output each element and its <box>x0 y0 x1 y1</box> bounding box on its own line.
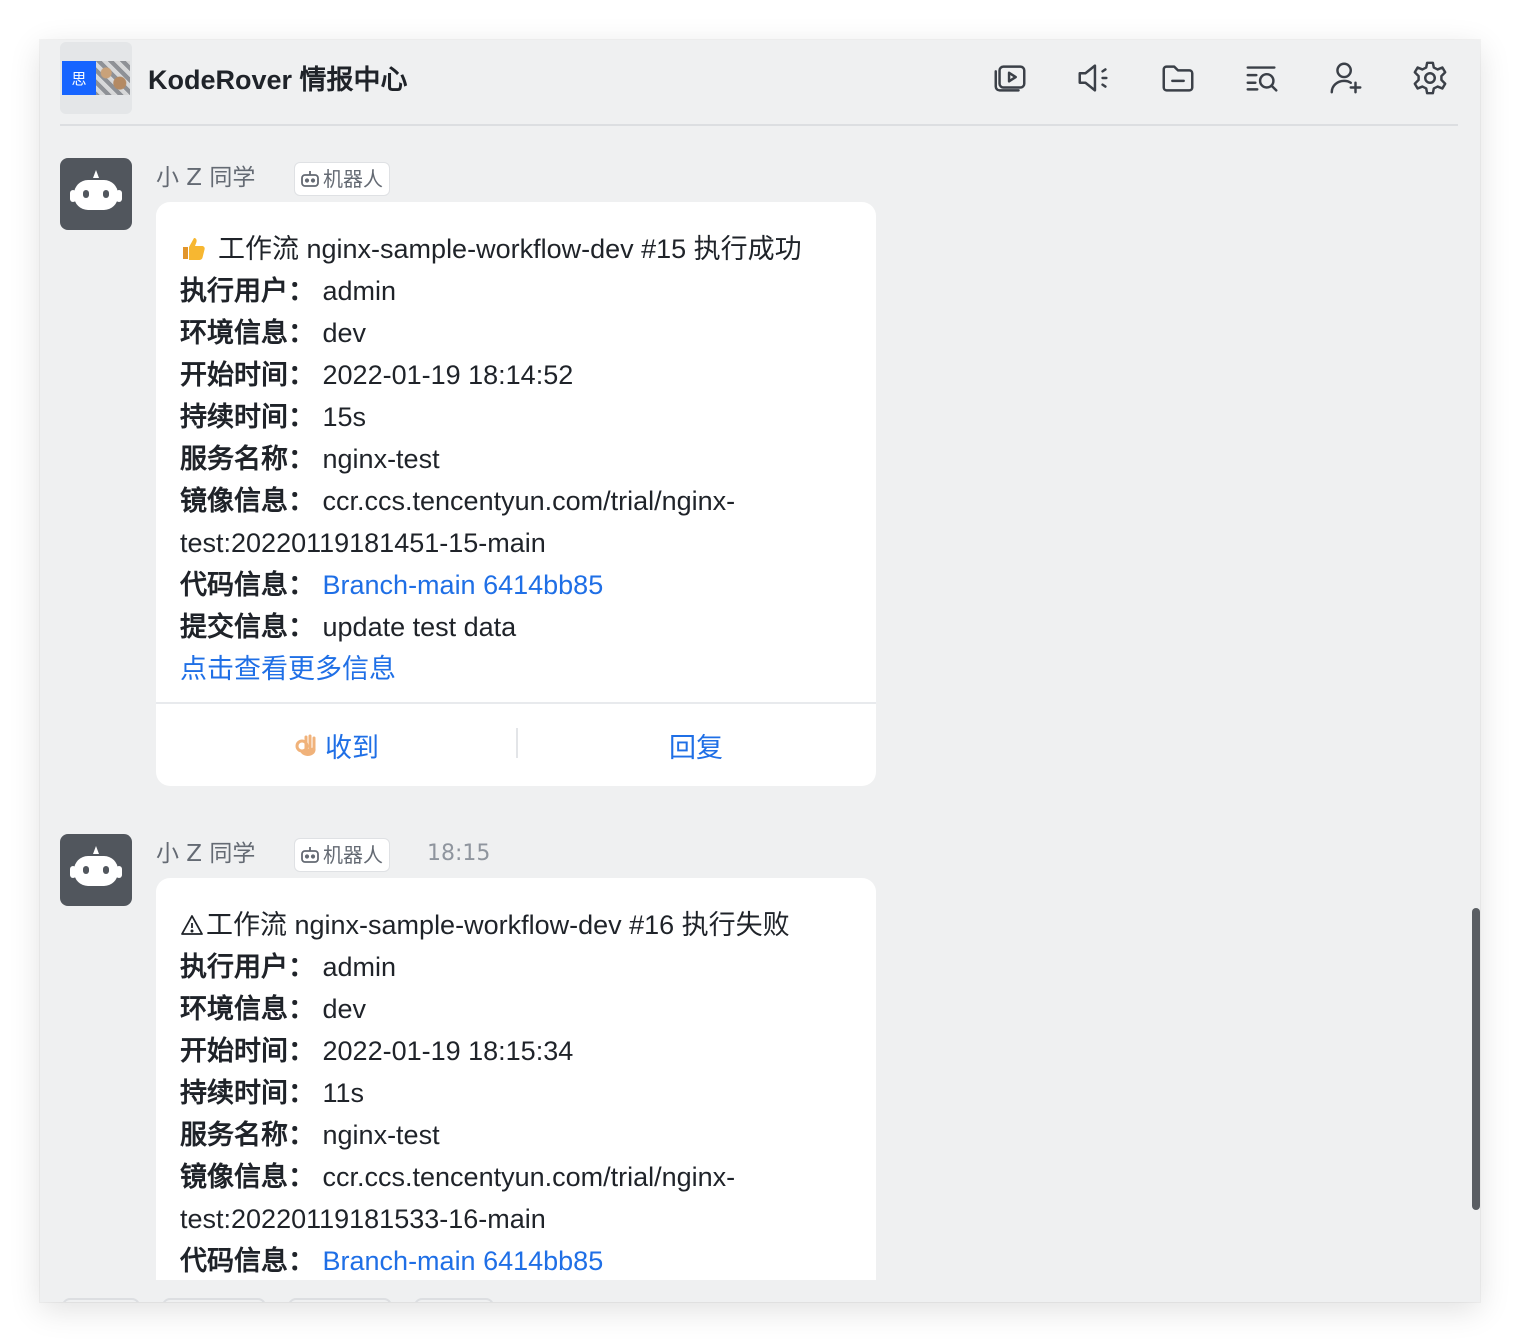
chat-header: 思 KodeRover 情报中心 <box>40 40 1480 124</box>
ack-label: 收到 <box>325 732 379 764</box>
field-key: 代码信息： <box>180 1246 315 1276</box>
field-value: admin <box>322 276 397 306</box>
video-playlist-icon[interactable] <box>990 58 1030 98</box>
field-key: 执行用户： <box>180 952 315 982</box>
card-title: 工作流 nginx-sample-workflow-dev #15 执行成功 <box>180 228 852 270</box>
field-key: 服务名称： <box>180 444 315 474</box>
field-key: 开始时间： <box>180 1036 315 1066</box>
card-title-text: 工作流 nginx-sample-workflow-dev #16 执行失败 <box>206 910 790 940</box>
add-member-icon[interactable] <box>1326 58 1366 98</box>
field-value: dev <box>322 318 367 348</box>
toolbar-chip[interactable] <box>414 1298 494 1302</box>
group-avatar-tile: 思 <box>62 61 96 95</box>
settings-icon[interactable] <box>1410 58 1450 98</box>
chat-title[interactable]: KodeRover 情报中心 <box>148 60 408 100</box>
field-value-continued: test:20220119181533-16-main <box>180 1204 546 1234</box>
field-key: 服务名称： <box>180 1120 315 1150</box>
chat-window: 思 KodeRover 情报中心 小 Z 同学 机器人 工作流 nginx-sa… <box>40 40 1480 1302</box>
warning-icon <box>181 915 203 935</box>
card-title: 工作流 nginx-sample-workflow-dev #16 执行失败 <box>180 904 852 946</box>
field-row: 开始时间： 2022-01-19 18:14:52 <box>180 354 852 396</box>
field-row: 执行用户： admin <box>180 946 852 988</box>
field-value: dev <box>322 994 367 1024</box>
bot-tag: 机器人 <box>294 162 390 196</box>
toolbar-chip[interactable] <box>162 1298 266 1302</box>
field-row: 镜像信息： ccr.ccs.tencentyun.com/trial/nginx… <box>180 480 852 522</box>
field-row: 代码信息： Branch-main 6414bb85 <box>180 564 852 606</box>
field-key: 持续时间： <box>180 402 315 432</box>
field-row: 执行用户： admin <box>180 270 852 312</box>
bot-tag: 机器人 <box>294 838 390 872</box>
field-row: 服务名称： nginx-test <box>180 438 852 480</box>
bot-avatar[interactable] <box>60 834 132 906</box>
toolbar-chip[interactable] <box>62 1298 140 1302</box>
field-value: 15s <box>322 402 367 432</box>
bot-tag-label: 机器人 <box>323 167 383 191</box>
scrollbar-thumb[interactable] <box>1472 908 1480 1210</box>
field-key: 环境信息： <box>180 318 315 348</box>
field-row: 持续时间： 11s <box>180 1072 852 1114</box>
field-value: admin <box>322 952 397 982</box>
field-row: 代码信息： Branch-main 6414bb85 <box>180 1240 852 1282</box>
message-card: 工作流 nginx-sample-workflow-dev #15 执行成功 执… <box>156 202 876 786</box>
field-value: ccr.ccs.tencentyun.com/trial/nginx- <box>322 486 736 516</box>
field-value-continued: test:20220119181451-15-main <box>180 528 546 558</box>
field-key: 代码信息： <box>180 570 315 600</box>
folder-icon[interactable] <box>1158 58 1198 98</box>
field-value: 2022-01-19 18:14:52 <box>322 360 574 390</box>
field-row: 提交信息： update test data <box>180 606 852 648</box>
field-value: 11s <box>322 1078 365 1108</box>
field-row: 环境信息： dev <box>180 312 852 354</box>
thumbs-up-icon <box>183 238 205 260</box>
field-key: 环境信息： <box>180 994 315 1024</box>
header-divider <box>60 124 1458 126</box>
toolbar-chip[interactable] <box>288 1298 392 1302</box>
announcement-icon[interactable] <box>1074 58 1114 98</box>
bot-avatar[interactable] <box>60 158 132 230</box>
group-avatar-photo <box>96 61 130 95</box>
field-key: 镜像信息： <box>180 1162 315 1192</box>
ok-hand-icon <box>295 734 316 756</box>
field-key: 开始时间： <box>180 360 315 390</box>
bot-tag-label: 机器人 <box>323 843 383 867</box>
group-avatar[interactable]: 思 <box>60 42 132 114</box>
search-history-icon[interactable] <box>1242 58 1282 98</box>
ack-button[interactable]: 收到 <box>156 704 516 786</box>
card-title-text: 工作流 nginx-sample-workflow-dev #15 执行成功 <box>218 234 802 264</box>
sender-name[interactable]: 小 Z 同学 <box>156 838 255 870</box>
field-value: nginx-test <box>322 444 440 474</box>
commit-link[interactable]: Branch-main 6414bb85 <box>323 570 604 600</box>
field-row: 服务名称： nginx-test <box>180 1114 852 1156</box>
field-value: ccr.ccs.tencentyun.com/trial/nginx- <box>322 1162 736 1192</box>
field-key: 持续时间： <box>180 1078 315 1108</box>
field-key: 执行用户： <box>180 276 315 306</box>
robot-icon <box>301 847 319 863</box>
sender-name[interactable]: 小 Z 同学 <box>156 162 255 194</box>
commit-link[interactable]: Branch-main 6414bb85 <box>323 1246 604 1276</box>
field-key: 镜像信息： <box>180 486 315 516</box>
reply-button[interactable]: 回复 <box>516 704 876 786</box>
message-time: 18:15 <box>427 841 491 866</box>
more-info-link[interactable]: 点击查看更多信息 <box>180 648 852 690</box>
message-card: 工作流 nginx-sample-workflow-dev #16 执行失败 执… <box>156 878 876 1302</box>
field-value: nginx-test <box>322 1120 440 1150</box>
field-value: 2022-01-19 18:15:34 <box>322 1036 574 1066</box>
field-row: 镜像信息： ccr.ccs.tencentyun.com/trial/nginx… <box>180 1156 852 1198</box>
reply-label: 回复 <box>669 732 723 764</box>
robot-icon <box>301 171 319 187</box>
field-key: 提交信息： <box>180 612 315 642</box>
card-actions: 收到 回复 <box>156 702 876 786</box>
field-row: 持续时间： 15s <box>180 396 852 438</box>
field-row: 开始时间： 2022-01-19 18:15:34 <box>180 1030 852 1072</box>
field-row: 环境信息： dev <box>180 988 852 1030</box>
field-value: update test data <box>322 612 517 642</box>
